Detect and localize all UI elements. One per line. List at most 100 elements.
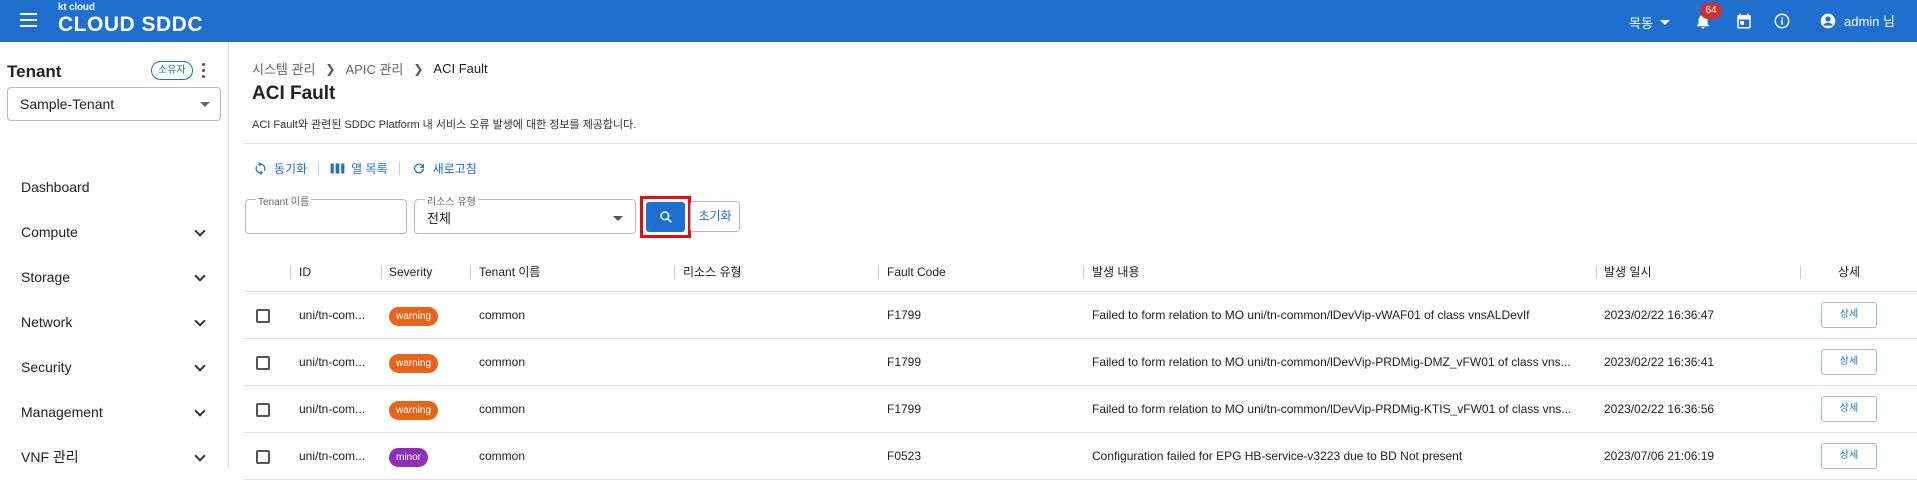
owner-chip[interactable]: 소유자 <box>151 61 193 80</box>
sidebar-item-dashboard[interactable]: Dashboard <box>0 165 228 209</box>
calendar-icon[interactable] <box>1735 12 1753 30</box>
tenant-select[interactable]: Sample-Tenant <box>7 87 221 121</box>
cell-tenant: common <box>479 308 526 322</box>
refresh-button[interactable]: 새로고침 <box>411 160 477 177</box>
resource-type-label: 리소스 유형 <box>425 193 478 208</box>
resource-type-select[interactable]: 리소스 유형 전체 <box>414 193 636 234</box>
severity-badge: warning <box>389 354 439 373</box>
tenant-name-input[interactable]: Tenant 이름 <box>245 193 407 234</box>
user-name: admin 님 <box>1844 14 1895 29</box>
chevron-down-icon <box>194 270 206 282</box>
columns-label: 열 목록 <box>351 162 388 176</box>
cell-tenant: common <box>479 402 526 416</box>
toolbar: 동기화 열 목록 새로고침 <box>253 160 477 177</box>
column-header-content[interactable]: 발생 내용 <box>1092 252 1140 292</box>
brand-top-text: kt cloud <box>58 2 95 13</box>
cell-id: uni/tn-com... <box>299 308 366 322</box>
table-row: uni/tn-com... warning common F1799 Faile… <box>244 339 1917 386</box>
resource-type-value: 전체 <box>427 211 451 226</box>
row-checkbox[interactable] <box>256 450 270 464</box>
breadcrumb: 시스템 관리 ❯ APIC 관리 ❯ ACI Fault <box>252 59 488 78</box>
caret-down-icon <box>1659 20 1670 25</box>
breadcrumb-item-apic[interactable]: APIC 관리 <box>345 59 403 78</box>
chevron-down-icon <box>194 225 206 237</box>
sync-icon <box>255 161 266 176</box>
sidebar-item-label: VNF 관리 <box>21 449 79 465</box>
sidebar-item-label: Network <box>21 314 73 330</box>
reset-button[interactable]: 초기화 <box>690 201 740 232</box>
cell-tenant: common <box>479 449 526 463</box>
chevron-down-icon <box>194 450 206 462</box>
sidebar-item-network[interactable]: Network <box>0 300 228 344</box>
chevron-down-icon <box>194 405 206 417</box>
toolbar-divider <box>318 162 320 175</box>
sidebar-item-security[interactable]: Security <box>0 345 228 389</box>
search-icon <box>659 211 672 223</box>
chevron-down-icon <box>194 360 206 372</box>
column-divider <box>1596 266 1597 279</box>
sidebar: Tenant 소유자 Sample-Tenant Dashboard Compu… <box>0 42 229 468</box>
detail-button[interactable]: 상세 <box>1821 443 1877 469</box>
page-description: ACI Fault와 관련된 SDDC Platform 내 서비스 오류 발생… <box>252 119 637 131</box>
tenant-select-value: Sample-Tenant <box>20 96 115 112</box>
sidebar-item-vnf[interactable]: VNF 관리 <box>0 435 228 479</box>
columns-button[interactable]: 열 목록 <box>330 160 388 177</box>
table-row: uni/tn-com... warning common F1799 Faile… <box>244 386 1917 433</box>
column-header-severity[interactable]: Severity <box>389 252 432 292</box>
region-selector[interactable]: 목동 <box>1629 13 1670 32</box>
sidebar-item-compute[interactable]: Compute <box>0 210 228 254</box>
detail-button[interactable]: 상세 <box>1821 349 1877 375</box>
column-header-id[interactable]: ID <box>299 252 311 292</box>
sidebar-title: Tenant <box>7 62 62 81</box>
cell-fault-code: F0523 <box>887 449 922 463</box>
column-divider <box>290 266 291 279</box>
row-checkbox[interactable] <box>256 356 270 370</box>
sidebar-item-label: Security <box>21 359 72 375</box>
row-checkbox[interactable] <box>256 309 270 323</box>
brand-logo[interactable]: kt cloud CLOUD SDDC <box>58 2 203 36</box>
view-column-icon <box>330 163 345 174</box>
cell-id: uni/tn-com... <box>299 449 366 463</box>
detail-button[interactable]: 상세 <box>1821 302 1877 328</box>
column-header-resource[interactable]: 리소스 유형 <box>683 252 742 292</box>
region-label: 목동 <box>1629 16 1653 31</box>
cell-fault-code: F1799 <box>887 355 922 369</box>
row-checkbox[interactable] <box>256 403 270 417</box>
page-title: ACI Fault <box>252 83 336 104</box>
cell-tenant: common <box>479 355 526 369</box>
column-divider <box>674 266 675 279</box>
table-row: uni/tn-com... warning common F1799 Faile… <box>244 292 1917 339</box>
column-divider <box>1800 266 1801 279</box>
refresh-label: 새로고침 <box>432 162 477 176</box>
cell-content: Failed to form relation to MO uni/tn-com… <box>1092 402 1572 416</box>
column-header-fault-code[interactable]: Fault Code <box>887 252 946 292</box>
top-app-bar: kt cloud CLOUD SDDC 목동 64 admin 님 <box>0 0 1917 42</box>
column-header-detail: 상세 <box>1838 265 1861 279</box>
cell-id: uni/tn-com... <box>299 402 366 416</box>
column-divider <box>470 266 471 279</box>
tenant-name-label: Tenant 이름 <box>256 193 312 208</box>
severity-badge: warning <box>389 401 439 420</box>
column-header-tenant[interactable]: Tenant 이름 <box>479 252 540 292</box>
search-button[interactable] <box>646 202 685 232</box>
refresh-icon <box>413 163 424 174</box>
sidebar-item-label: Compute <box>21 224 78 240</box>
detail-button[interactable]: 상세 <box>1821 396 1877 422</box>
chevron-right-icon: ❯ <box>325 61 336 76</box>
sidebar-item-label: Management <box>21 404 103 420</box>
dropdown-arrow-icon <box>200 102 210 107</box>
sidebar-item-management[interactable]: Management <box>0 390 228 434</box>
notification-badge: 64 <box>1700 3 1722 19</box>
breadcrumb-item-current: ACI Fault <box>433 61 488 76</box>
column-divider <box>878 266 879 279</box>
sidebar-item-storage[interactable]: Storage <box>0 255 228 299</box>
sync-button[interactable]: 동기화 <box>253 160 307 177</box>
user-menu[interactable]: admin 님 <box>1820 11 1895 30</box>
more-vert-icon[interactable] <box>202 63 206 79</box>
breadcrumb-item-system[interactable]: 시스템 관리 <box>252 59 315 78</box>
account-circle-icon <box>1820 13 1836 28</box>
sidebar-item-label: Dashboard <box>21 179 90 195</box>
column-header-time[interactable]: 발생 일시 <box>1604 252 1652 292</box>
info-icon[interactable] <box>1773 12 1791 30</box>
menu-icon[interactable] <box>20 13 37 27</box>
